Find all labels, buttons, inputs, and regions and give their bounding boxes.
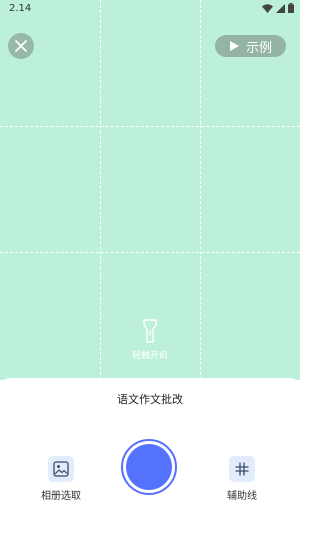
example-button[interactable]: 示例	[215, 35, 286, 57]
album-icon-tile	[48, 456, 74, 482]
close-button[interactable]	[8, 33, 34, 59]
play-icon	[229, 41, 239, 51]
album-label: 相册选取	[41, 491, 81, 502]
grid-line	[100, 0, 101, 380]
close-icon	[15, 40, 27, 52]
mode-title[interactable]: 语文作文批改	[0, 391, 300, 407]
flashlight-toggle[interactable]: 轻触开启	[122, 318, 178, 364]
example-label: 示例	[245, 40, 272, 56]
battery-icon	[288, 3, 294, 13]
status-bar: 2.14	[0, 0, 300, 18]
flashlight-label: 轻触开启	[131, 351, 168, 361]
wifi-icon	[262, 3, 273, 13]
grid-line	[0, 252, 300, 253]
shutter-inner	[126, 444, 172, 490]
status-time: 2.14	[9, 3, 32, 14]
grid-line	[200, 0, 201, 380]
album-pick-button[interactable]: 相册选取	[37, 456, 85, 506]
status-icons	[262, 3, 294, 13]
shutter-button[interactable]	[121, 439, 177, 495]
grid-icon	[235, 462, 249, 476]
flashlight-icon	[143, 319, 157, 343]
grid-line	[0, 126, 300, 127]
guides-icon-tile	[229, 456, 255, 482]
guides-label: 辅助线	[227, 491, 257, 502]
image-icon	[53, 461, 69, 477]
guide-lines-button[interactable]: 辅助线	[218, 456, 266, 506]
cellular-signal-icon	[276, 3, 285, 13]
camera-preview[interactable]: 示例 轻触开启	[0, 0, 300, 380]
